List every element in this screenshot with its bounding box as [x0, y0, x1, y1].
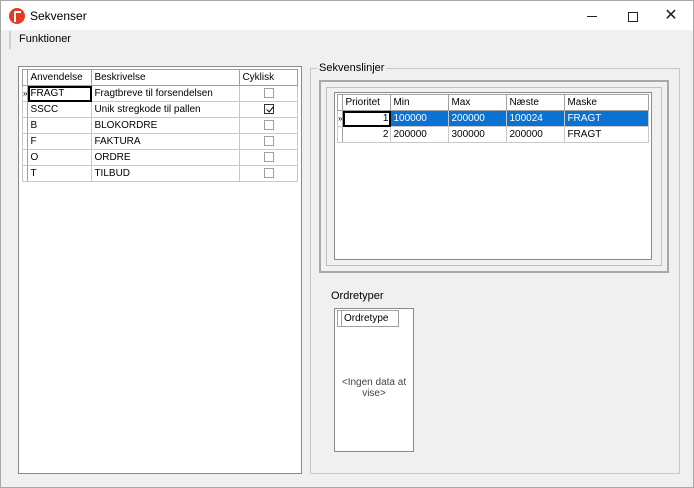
- cell-anvendelse[interactable]: O: [27, 149, 93, 166]
- cell-naeste[interactable]: 100024: [506, 110, 566, 127]
- table-row[interactable]: O ORDRE: [21, 149, 298, 166]
- cell-anvendelse[interactable]: F: [27, 133, 93, 150]
- cell-anvendelse[interactable]: B: [27, 117, 93, 134]
- column-header-prioritet[interactable]: Prioritet: [342, 94, 392, 111]
- table-header-row: Ordretype: [337, 310, 399, 327]
- cell-anvendelse[interactable]: FRAGT: [27, 85, 93, 102]
- table-header-row: Prioritet Min Max Næste Maske: [336, 94, 649, 111]
- app-logo-icon: [9, 8, 25, 24]
- cell-beskrivelse[interactable]: Unik stregkode til pallen: [91, 101, 241, 118]
- main-window: Sekvenser ✕ Funktioner Anvendelse Beskri…: [0, 0, 694, 488]
- cell-beskrivelse[interactable]: ORDRE: [91, 149, 241, 166]
- title-bar[interactable]: Sekvenser ✕: [1, 1, 693, 30]
- sekvenslinjer-table: Prioritet Min Max Næste Maske » 1 100000 20…: [336, 94, 649, 143]
- column-header-max[interactable]: Max: [448, 94, 508, 111]
- cell-cyklisk[interactable]: [239, 149, 298, 166]
- column-header-naeste[interactable]: Næste: [506, 94, 566, 111]
- sekvenslinjer-grid-panel: Prioritet Min Max Næste Maske » 1 100000 20…: [334, 92, 652, 260]
- cell-beskrivelse[interactable]: Fragtbreve til forsendelsen: [91, 85, 241, 102]
- table-row[interactable]: 2 200000 300000 200000 FRAGT: [336, 126, 649, 143]
- column-header-min[interactable]: Min: [390, 94, 450, 111]
- minimize-icon: [587, 16, 597, 18]
- cell-beskrivelse[interactable]: FAKTURA: [91, 133, 241, 150]
- close-icon: ✕: [664, 7, 678, 24]
- cell-naeste[interactable]: 200000: [506, 126, 566, 143]
- cyklisk-checkbox[interactable]: [263, 168, 274, 179]
- cell-prioritet[interactable]: 2: [342, 126, 392, 143]
- column-header-anvendelse[interactable]: Anvendelse: [27, 69, 93, 86]
- ordretyper-grid-panel: Ordretype <Ingen data at vise>: [334, 308, 414, 452]
- table-row[interactable]: B BLOKORDRE: [21, 117, 298, 134]
- close-button[interactable]: ✕: [648, 1, 693, 30]
- cell-anvendelse[interactable]: T: [27, 165, 93, 182]
- cell-anvendelse[interactable]: SSCC: [27, 101, 93, 118]
- cell-cyklisk[interactable]: [239, 133, 298, 150]
- table-row[interactable]: » FRAGT Fragtbreve til forsendelsen: [21, 85, 298, 102]
- cell-cyklisk[interactable]: [239, 85, 298, 102]
- column-header-beskrivelse[interactable]: Beskrivelse: [91, 69, 241, 86]
- cell-min[interactable]: 100000: [390, 110, 450, 127]
- cell-beskrivelse[interactable]: BLOKORDRE: [91, 117, 241, 134]
- column-header-ordretype[interactable]: Ordretype: [341, 310, 399, 327]
- maximize-icon: [628, 11, 638, 22]
- cell-max[interactable]: 300000: [448, 126, 508, 143]
- ordretyper-table: Ordretype: [337, 310, 399, 327]
- sekvenslinjer-label: Sekvenslinjer: [317, 62, 387, 74]
- cyklisk-checkbox[interactable]: [263, 120, 274, 131]
- table-row[interactable]: » 1 100000 200000 100024 FRAGT: [336, 110, 649, 127]
- cyklisk-checkbox[interactable]: [263, 152, 274, 163]
- cell-maske[interactable]: FRAGT: [564, 126, 649, 143]
- cell-beskrivelse[interactable]: TILBUD: [91, 165, 241, 182]
- sequences-table: Anvendelse Beskrivelse Cyklisk » FRAGT Fra…: [21, 69, 298, 182]
- table-row[interactable]: T TILBUD: [21, 165, 298, 182]
- cell-cyklisk[interactable]: [239, 117, 298, 134]
- empty-data-message: <Ingen data at vise>: [341, 377, 407, 399]
- cell-min[interactable]: 200000: [390, 126, 450, 143]
- minimize-button[interactable]: [569, 1, 615, 30]
- table-row[interactable]: F FAKTURA: [21, 133, 298, 150]
- cell-cyklisk[interactable]: [239, 165, 298, 182]
- table-row[interactable]: SSCC Unik stregkode til pallen: [21, 101, 298, 118]
- cell-maske[interactable]: FRAGT: [564, 110, 649, 127]
- table-header-row: Anvendelse Beskrivelse Cyklisk: [21, 69, 298, 86]
- cyklisk-checkbox[interactable]: [263, 88, 274, 99]
- sequences-grid-panel: Anvendelse Beskrivelse Cyklisk » FRAGT Fra…: [18, 66, 302, 474]
- menu-bar: Funktioner: [9, 31, 685, 49]
- cyklisk-checkbox[interactable]: [263, 104, 274, 115]
- cell-cyklisk[interactable]: [239, 101, 298, 118]
- column-header-cyklisk[interactable]: Cyklisk: [239, 69, 298, 86]
- menu-funktioner[interactable]: Funktioner: [19, 33, 71, 45]
- ordretyper-label: Ordretyper: [329, 290, 386, 302]
- cell-max[interactable]: 200000: [448, 110, 508, 127]
- cyklisk-checkbox[interactable]: [263, 136, 274, 147]
- cell-prioritet[interactable]: 1: [342, 110, 392, 127]
- window-title: Sekvenser: [30, 9, 87, 23]
- column-header-maske[interactable]: Maske: [564, 94, 649, 111]
